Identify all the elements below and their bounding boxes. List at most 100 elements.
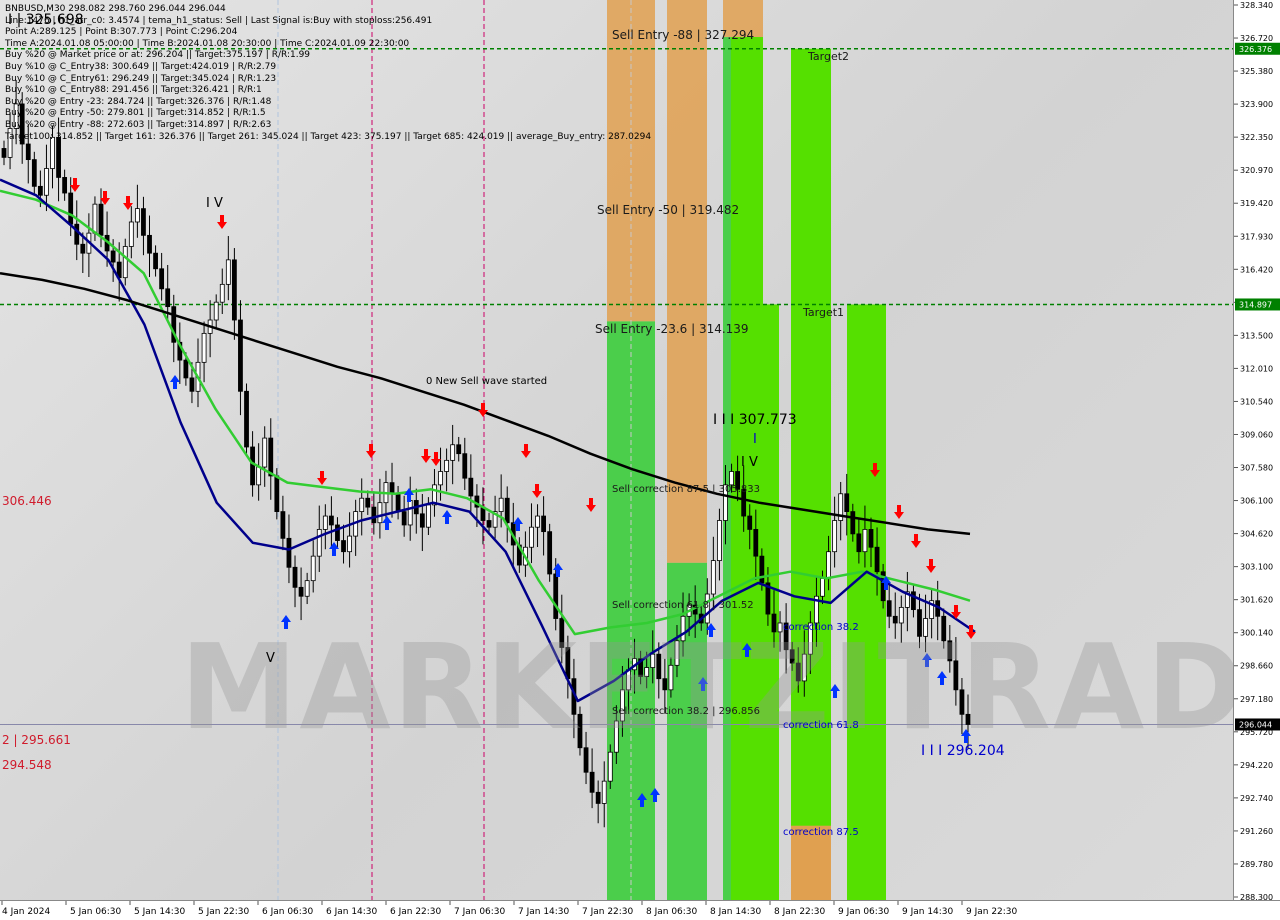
time-tick-label: 6 Jan 06:30 — [262, 907, 314, 917]
time-axis[interactable]: 4 Jan 2024 5 Jan 06:30 5 Jan 14:30 5 Jan 22… — [0, 900, 1280, 920]
candle — [456, 436, 462, 462]
candle — [601, 761, 607, 828]
level-price-tag-label: 314.897 — [1239, 300, 1272, 309]
time-tick-label: 7 Jan 06:30 — [454, 907, 506, 917]
sell-entry-88-label: Sell Entry -88 | 327.294 — [612, 28, 755, 42]
price-tick-label: 320.970 — [1240, 166, 1273, 175]
candle — [328, 496, 334, 549]
price-tick-label: 292.740 — [1240, 794, 1273, 803]
time-tick-label: 8 Jan 22:30 — [774, 907, 826, 917]
candle — [62, 169, 68, 201]
candle — [347, 512, 352, 568]
point-b-label: I I I 307.773 — [713, 412, 797, 428]
correction-382-label: correction 38.2 — [783, 622, 859, 633]
price-axis[interactable]: 328.340 326.720 325.380 323.900 322.350 320.9… — [1233, 0, 1280, 900]
candle — [31, 151, 37, 195]
price-tick-label: 307.580 — [1240, 464, 1273, 473]
price-tick-label: 322.350 — [1240, 133, 1273, 142]
candle — [462, 437, 468, 490]
candle — [717, 508, 722, 581]
sell-arrow — [70, 178, 80, 192]
candle — [595, 780, 601, 824]
time-tick-label: 6 Jan 14:30 — [326, 907, 378, 917]
time-tick-label: 8 Jan 06:30 — [646, 907, 698, 917]
candle — [953, 637, 959, 706]
candle — [929, 588, 935, 639]
time-tick-label: 7 Jan 14:30 — [518, 907, 570, 917]
candle — [238, 300, 243, 416]
candle — [134, 184, 140, 238]
wave-high-label: I | 325.698 — [8, 12, 84, 28]
candle — [577, 706, 583, 756]
time-tick-label: 6 Jan 22:30 — [390, 907, 442, 917]
info-line: Buy %20 @ Entry -50: 279.801 || Target:3… — [5, 108, 266, 119]
sell-arrow — [894, 505, 904, 519]
candle — [244, 383, 249, 455]
plot-area[interactable]: MARKETZITRADE BNBUSD,M30 298.082 298.760… — [0, 0, 1233, 900]
candle — [122, 238, 128, 286]
candle — [86, 213, 92, 278]
candle — [559, 594, 565, 664]
candle — [310, 540, 316, 593]
target2-label: Target2 — [808, 50, 850, 63]
point-b-tick: I — [753, 432, 757, 447]
candle — [147, 215, 152, 278]
time-tick-label: 8 Jan 14:30 — [710, 907, 762, 917]
candle — [322, 504, 328, 550]
target1-zone — [847, 304, 886, 900]
price-tick-label: 303.100 — [1240, 563, 1273, 572]
candle — [365, 490, 371, 515]
candle — [541, 496, 546, 556]
candle — [504, 486, 510, 543]
info-panel: BNBUSD,M30 298.082 298.760 296.044 296.0… — [5, 4, 651, 143]
price-tick-label: 316.420 — [1240, 265, 1273, 274]
candle — [941, 608, 947, 649]
time-tick-label: 9 Jan 22:30 — [966, 907, 1018, 917]
price-tick-label: 323.900 — [1240, 100, 1273, 109]
candle — [547, 523, 553, 582]
price-tick-label: 301.620 — [1240, 596, 1273, 605]
info-line: Buy %10 @ C_Entry61: 296.249 || Target:3… — [5, 73, 277, 84]
target2-zone — [791, 48, 831, 900]
price-tick-label: 298.660 — [1240, 662, 1273, 671]
red-level-295: 2 | 295.661 — [2, 733, 71, 747]
candle — [280, 495, 286, 551]
info-line: Buy %10 @ C_Entry38: 300.649 || Target:4… — [5, 61, 277, 72]
price-tick-label: 310.540 — [1240, 397, 1273, 406]
red-level-306: 306.446 — [2, 494, 52, 508]
price-tick-label: 312.010 — [1240, 364, 1273, 373]
candle — [911, 583, 916, 618]
candle — [262, 426, 268, 487]
candle — [480, 487, 486, 545]
point-c-label: I I I 296.204 — [921, 743, 1005, 759]
sell-correction-382-label: Sell correction 38.2 | 296.856 — [612, 706, 761, 717]
buy-arrow — [830, 684, 840, 698]
sell-arrow — [317, 471, 327, 485]
sell-correction-618-label: Sell correction 61.8 | 301.52 — [612, 600, 754, 611]
candle — [377, 478, 383, 539]
price-tick-label: 291.260 — [1240, 827, 1273, 836]
time-tick-label: 5 Jan 14:30 — [134, 907, 186, 917]
price-tick-label: 319.420 — [1240, 199, 1273, 208]
info-line: Target100: 314.852 || Target 161: 326.37… — [5, 131, 652, 142]
time-tick-label: 7 Jan 22:30 — [582, 907, 634, 917]
time-tick-label: 4 Jan 2024 — [2, 907, 50, 917]
candle — [401, 495, 407, 537]
sell-entry-50-label: Sell Entry -50 | 319.482 — [597, 203, 740, 217]
level-price-tag-label: 326.376 — [1239, 45, 1272, 54]
sell-arrow — [926, 559, 936, 573]
candle — [231, 248, 237, 340]
info-line: Buy %10 @ C_Entry88: 291.456 || Target:3… — [5, 85, 262, 96]
sell-arrow — [478, 403, 488, 417]
candle — [892, 592, 898, 639]
sell-entry-zone — [667, 0, 707, 563]
buy-arrow — [404, 488, 414, 502]
time-tick-label: 5 Jan 06:30 — [70, 907, 122, 917]
buy-arrow — [281, 615, 291, 629]
info-line: Buy %20 @ Entry -23: 284.724 || Target:3… — [5, 96, 272, 107]
candle — [947, 624, 953, 673]
wave-iv-right-label: I V — [741, 455, 758, 470]
sell-arrow — [366, 444, 376, 458]
buy-arrow — [442, 510, 452, 524]
candle — [492, 495, 498, 539]
